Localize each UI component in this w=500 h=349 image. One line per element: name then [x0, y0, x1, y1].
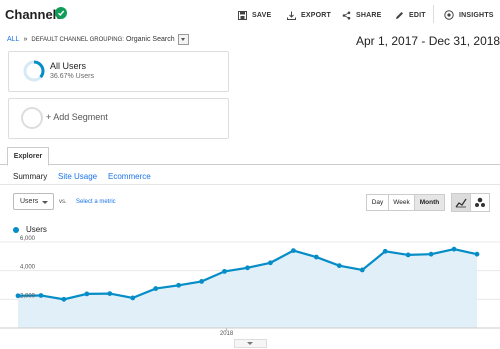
add-segment-label: + Add Segment	[46, 112, 108, 122]
data-point	[130, 295, 136, 301]
data-point	[245, 265, 250, 271]
edit-label: EDIT	[409, 11, 426, 19]
export-button[interactable]: EXPORT	[287, 7, 331, 23]
segment-name: All Users	[50, 61, 87, 71]
data-point	[38, 293, 44, 298]
data-point	[451, 246, 457, 252]
data-point	[428, 251, 434, 257]
edit-button[interactable]: EDIT	[395, 7, 426, 23]
share-icon	[342, 11, 351, 19]
tab-explorer[interactable]: Explorer	[7, 147, 49, 166]
subtab-site-usage[interactable]: Site Usage	[58, 172, 97, 181]
save-icon	[238, 10, 247, 20]
edit-icon	[396, 11, 403, 19]
y-tick-label: 4,000	[20, 265, 36, 271]
data-point	[336, 263, 342, 269]
verified-check-icon	[55, 7, 67, 19]
segment-share: 36.67% Users	[50, 73, 94, 80]
export-label: EXPORT	[301, 11, 331, 19]
save-button[interactable]: SAVE	[238, 7, 271, 23]
subtab-summary[interactable]: Summary	[13, 172, 47, 181]
y-tick-label: 6,000	[20, 236, 36, 242]
add-segment-button[interactable]: + Add Segment	[8, 98, 229, 139]
line-chart-toggle[interactable]	[451, 193, 471, 212]
chevron-down-icon	[42, 201, 48, 204]
breadcrumb-all-link[interactable]: ALL	[7, 36, 19, 43]
export-icon	[287, 11, 296, 20]
data-point	[107, 291, 113, 296]
share-label: SHARE	[356, 11, 382, 19]
subtab-ecommerce[interactable]: Ecommerce	[108, 172, 151, 181]
data-point	[313, 254, 319, 260]
empty-segment-icon	[21, 107, 43, 129]
insights-button[interactable]: INSIGHTS	[444, 7, 494, 23]
save-label: SAVE	[252, 11, 272, 19]
line-chart-icon	[455, 198, 467, 207]
breadcrumb: ALL » DEFAULT CHANNEL GROUPING: Organic …	[7, 34, 189, 45]
breadcrumb-value: Organic Search	[125, 36, 175, 43]
metric-select[interactable]: Users	[13, 193, 54, 210]
divider	[0, 184, 500, 185]
x-tick-label: 2018	[220, 331, 234, 337]
data-point	[222, 268, 227, 274]
insights-label: INSIGHTS	[459, 11, 494, 19]
data-point	[291, 248, 296, 253]
granularity-week-button[interactable]: Week	[388, 194, 415, 211]
data-point	[474, 251, 480, 257]
segment-all-users[interactable]: All Users 36.67% Users	[8, 51, 229, 92]
y-tick-label: 2,000	[20, 293, 36, 299]
granularity-day-button[interactable]: Day	[366, 194, 389, 211]
chart-resize-handle[interactable]	[234, 339, 267, 348]
breadcrumb-grouping: DEFAULT CHANNEL GROUPING:	[31, 36, 124, 43]
insights-icon	[444, 10, 454, 20]
data-point	[61, 296, 67, 302]
tab-explorer-label: Explorer	[13, 153, 43, 160]
data-point	[359, 267, 365, 273]
date-range-picker[interactable]: Apr 1, 2017 - Dec 31, 2018	[356, 34, 500, 48]
data-point	[153, 286, 159, 291]
vs-label: vs.	[59, 199, 67, 205]
users-area	[18, 249, 477, 328]
users-line-chart: 2,000 4,000 6,000 2018	[0, 236, 500, 337]
motion-chart-toggle[interactable]	[470, 193, 490, 212]
bubble-chart-icon	[475, 197, 485, 207]
toolbar-divider	[433, 5, 434, 23]
date-range-label: Apr 1, 2017 - Dec 31, 2018	[356, 34, 500, 48]
data-point	[268, 260, 273, 266]
tab-bar	[0, 164, 500, 165]
data-point	[84, 291, 90, 297]
grouping-dropdown-icon[interactable]	[177, 34, 189, 45]
data-point	[176, 282, 182, 288]
data-point	[199, 279, 205, 284]
data-point	[382, 248, 388, 254]
metric-select-value: Users	[20, 198, 39, 205]
segment-ring-icon	[23, 60, 45, 82]
data-point	[405, 252, 411, 258]
granularity-month-button[interactable]: Month	[414, 194, 445, 211]
share-button[interactable]: SHARE	[342, 7, 382, 23]
select-metric-link[interactable]: Select a metric	[76, 199, 116, 205]
breadcrumb-separator: »	[23, 36, 28, 43]
